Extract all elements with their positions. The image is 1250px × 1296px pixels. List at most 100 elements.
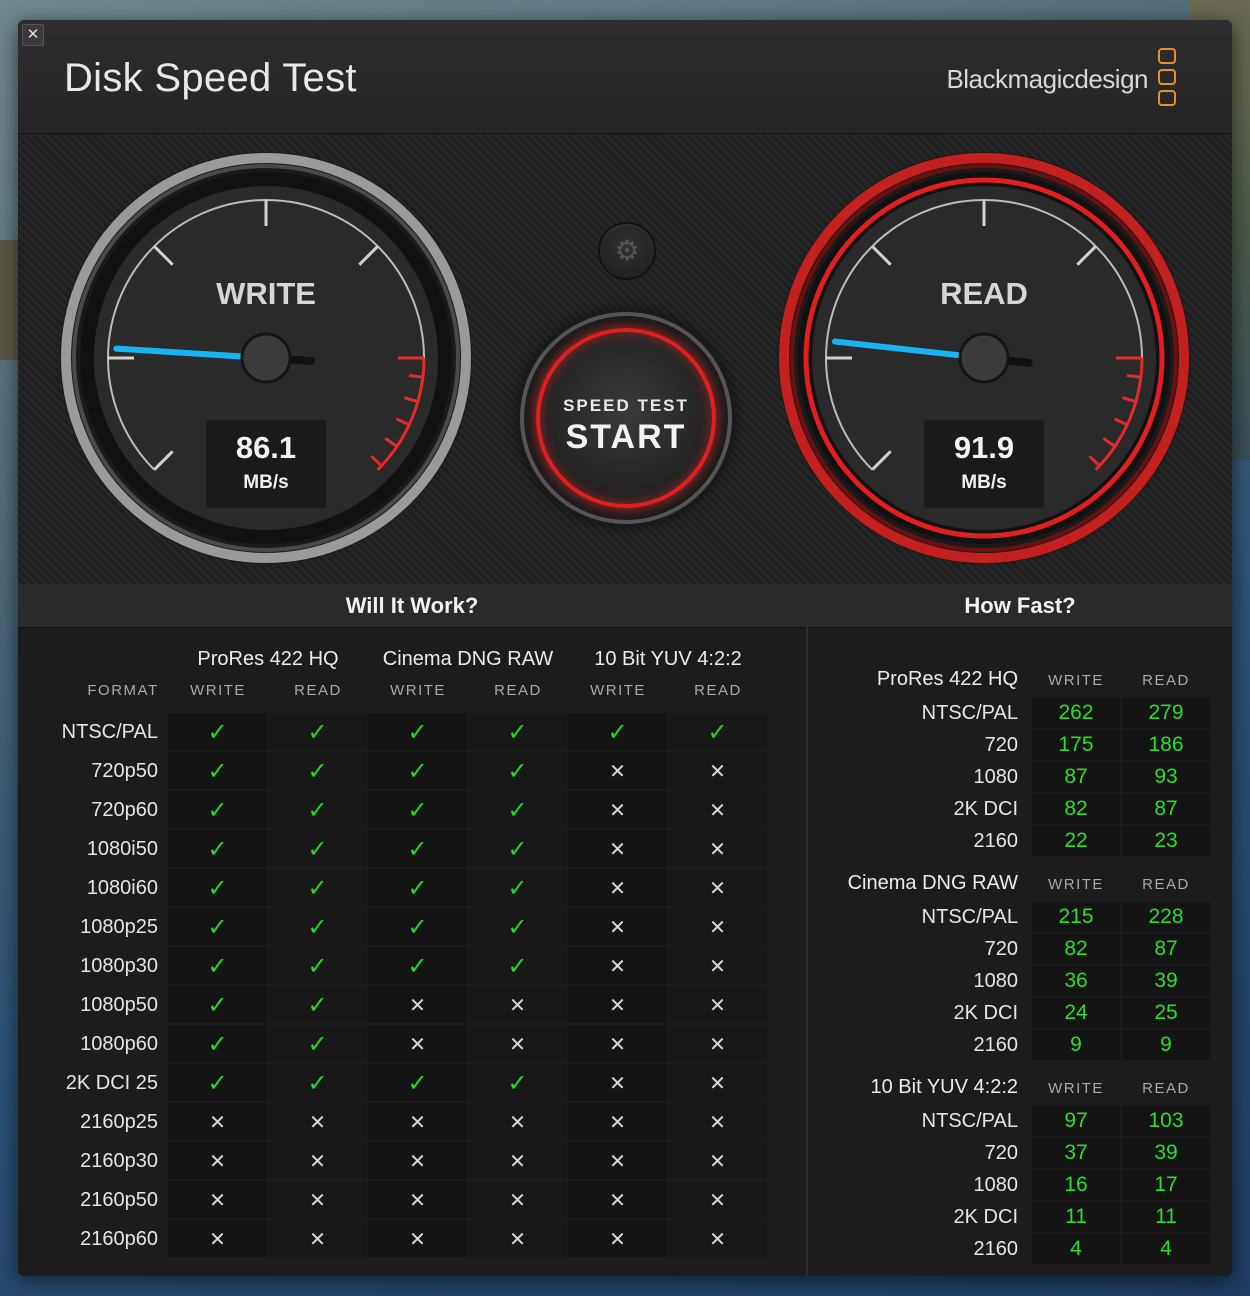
app-title: Disk Speed Test bbox=[64, 56, 357, 100]
table-row: ✕ ✕ ✕ ✕ ✕ ✕ bbox=[168, 1103, 768, 1142]
checkmark-icon: ✓ bbox=[407, 1068, 428, 1097]
checkmark-icon: ✓ bbox=[207, 1068, 228, 1097]
cross-icon: ✕ bbox=[509, 1031, 526, 1056]
cross-icon: ✕ bbox=[609, 1226, 626, 1251]
checkmark-icon: ✓ bbox=[507, 795, 528, 824]
cross-icon: ✕ bbox=[409, 1031, 426, 1056]
fps-write-value: 215 bbox=[1032, 902, 1120, 932]
speed-test-start-button[interactable]: SPEED TEST START bbox=[520, 312, 732, 524]
cross-icon: ✕ bbox=[609, 1109, 626, 1134]
table-row: ✕ ✕ ✕ ✕ ✕ ✕ bbox=[168, 1181, 768, 1220]
compatibility-cell: ✓ bbox=[468, 869, 567, 906]
compatibility-cell: ✓ bbox=[168, 752, 267, 789]
compatibility-cell: ✓ bbox=[368, 830, 467, 867]
group-column-header: WRITE bbox=[190, 682, 246, 699]
checkmark-icon: ✓ bbox=[207, 1029, 228, 1058]
compatibility-cell: ✓ bbox=[168, 791, 267, 828]
read-gauge-label: READ bbox=[940, 276, 1028, 311]
compatibility-cell: ✕ bbox=[668, 1142, 767, 1179]
fps-read-value: 93 bbox=[1122, 762, 1210, 792]
speed-format-label: 720 bbox=[984, 1142, 1018, 1164]
compatibility-cell: ✓ bbox=[268, 986, 367, 1023]
speed-format-label: 2K DCI bbox=[953, 1002, 1018, 1024]
checkmark-icon: ✓ bbox=[307, 912, 328, 941]
compatibility-cell: ✓ bbox=[268, 713, 367, 750]
table-row: ✕ ✕ ✕ ✕ ✕ ✕ bbox=[168, 1142, 768, 1181]
compatibility-cell: ✓ bbox=[368, 752, 467, 789]
compatibility-cell: ✕ bbox=[268, 1181, 367, 1218]
table-row: 2160 22 23 bbox=[808, 826, 1232, 858]
compatibility-cell: ✕ bbox=[668, 869, 767, 906]
group-column-header: READ bbox=[494, 682, 542, 699]
gauge-minor-tick bbox=[1126, 374, 1142, 379]
cross-icon: ✕ bbox=[209, 1148, 226, 1173]
checkmark-icon: ✓ bbox=[207, 834, 228, 863]
group-title: Cinema DNG RAW bbox=[382, 648, 554, 670]
how-fast-panel: ProRes 422 HQ WRITE READ NTSC/PAL 262 279 720 1… bbox=[808, 628, 1232, 1276]
format-label: 2160p30 bbox=[80, 1150, 158, 1172]
settings-gear-button[interactable]: ⚙ bbox=[598, 222, 656, 280]
table-row: ✓ ✓ ✓ ✓ ✕ ✕ bbox=[168, 908, 768, 947]
speed-format-label: 1080 bbox=[973, 1174, 1019, 1196]
cross-icon: ✕ bbox=[709, 1031, 726, 1056]
cross-icon: ✕ bbox=[309, 1109, 326, 1134]
checkmark-icon: ✓ bbox=[307, 756, 328, 785]
compatibility-cell: ✓ bbox=[168, 908, 267, 945]
will-it-work-title: Will It Work? bbox=[18, 584, 806, 628]
compatibility-cell: ✕ bbox=[568, 1142, 667, 1179]
compatibility-cell: ✕ bbox=[468, 1103, 567, 1140]
table-row: 1080 87 93 bbox=[808, 762, 1232, 794]
cross-icon: ✕ bbox=[609, 1070, 626, 1095]
write-column-header: WRITE bbox=[1048, 876, 1104, 893]
table-row: ✓ ✓ ✓ ✓ ✕ ✕ bbox=[168, 791, 768, 830]
format-label: 1080p60 bbox=[80, 1033, 158, 1055]
fps-read-value: 4 bbox=[1122, 1234, 1210, 1264]
compatibility-cell: ✕ bbox=[468, 1142, 567, 1179]
fps-read-value: 39 bbox=[1122, 966, 1210, 996]
speed-format-label: 2160 bbox=[973, 1034, 1019, 1056]
format-column-header: FORMAT bbox=[87, 682, 159, 699]
checkmark-icon: ✓ bbox=[307, 717, 328, 746]
format-row-labels: NTSC/PAL 720p50 720p60 1080i50 1080i60 1080p2… bbox=[18, 713, 158, 1259]
compatibility-cell: ✕ bbox=[368, 1142, 467, 1179]
fps-write-value: 24 bbox=[1032, 998, 1120, 1028]
table-row: ✓ ✓ ✓ ✓ ✕ ✕ bbox=[168, 1064, 768, 1103]
compatibility-cell: ✕ bbox=[568, 908, 667, 945]
close-button[interactable]: ✕ bbox=[22, 24, 44, 46]
checkmark-icon: ✓ bbox=[407, 912, 428, 941]
cross-icon: ✕ bbox=[709, 914, 726, 939]
fps-write-value: 11 bbox=[1032, 1202, 1120, 1232]
checkmark-icon: ✓ bbox=[507, 834, 528, 863]
compatibility-cell: ✕ bbox=[668, 752, 767, 789]
table-row: ✓ ✓ ✕ ✕ ✕ ✕ bbox=[168, 986, 768, 1025]
compatibility-cell: ✓ bbox=[568, 713, 667, 750]
group-title: ProRes 422 HQ bbox=[197, 648, 339, 670]
compatibility-cell: ✕ bbox=[168, 1103, 267, 1140]
fps-write-value: 16 bbox=[1032, 1170, 1120, 1200]
fps-write-value: 97 bbox=[1032, 1106, 1120, 1136]
checkmark-icon: ✓ bbox=[307, 873, 328, 902]
compatibility-cell: ✓ bbox=[168, 869, 267, 906]
compatibility-cell: ✕ bbox=[568, 986, 667, 1023]
checkmark-icon: ✓ bbox=[307, 795, 328, 824]
cross-icon: ✕ bbox=[709, 992, 726, 1017]
checkmark-icon: ✓ bbox=[307, 990, 328, 1019]
cross-icon: ✕ bbox=[609, 1148, 626, 1173]
cross-icon: ✕ bbox=[209, 1109, 226, 1134]
fps-read-value: 25 bbox=[1122, 998, 1210, 1028]
checkmark-icon: ✓ bbox=[207, 795, 228, 824]
compatibility-cell: ✓ bbox=[368, 791, 467, 828]
cross-icon: ✕ bbox=[309, 1226, 326, 1251]
group-column-header: READ bbox=[694, 682, 742, 699]
format-label: 1080p25 bbox=[80, 916, 158, 938]
checkmark-icon: ✓ bbox=[407, 834, 428, 863]
compatibility-cell: ✕ bbox=[568, 869, 667, 906]
speed-format-label: 2K DCI bbox=[953, 798, 1018, 820]
checkmark-icon: ✓ bbox=[307, 1029, 328, 1058]
group-column-header: WRITE bbox=[590, 682, 646, 699]
cross-icon: ✕ bbox=[709, 953, 726, 978]
compatibility-cell: ✕ bbox=[368, 986, 467, 1023]
compatibility-cell: ✓ bbox=[268, 869, 367, 906]
cross-icon: ✕ bbox=[509, 992, 526, 1017]
table-row: ✕ ✕ ✕ ✕ ✕ ✕ bbox=[168, 1220, 768, 1259]
